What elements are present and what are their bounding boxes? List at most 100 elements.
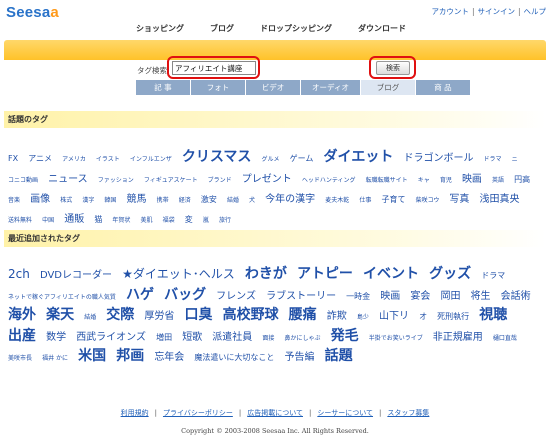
tab-video[interactable]: ビデオ (246, 80, 301, 95)
nav-blog[interactable]: ブログ (210, 24, 234, 33)
footer-link-advertising[interactable]: 広告掲載について (247, 409, 303, 417)
footer-link-jobs[interactable]: スタッフ募集 (387, 409, 429, 417)
footer-link-about[interactable]: シーサーについて (317, 409, 373, 417)
tag-link[interactable]: 詐欺 (327, 311, 347, 324)
tag-link[interactable]: 浅田真央 (480, 194, 520, 207)
tag-link[interactable]: 中国 (42, 217, 54, 225)
tag-link[interactable]: オ (419, 312, 427, 322)
tab-audio[interactable]: オーディオ (301, 80, 361, 95)
tag-link[interactable]: 話題 (325, 348, 353, 366)
tag-link[interactable]: 年賀状 (112, 217, 130, 225)
tag-link[interactable]: 経済 (179, 197, 191, 205)
seesaa-logo[interactable]: Seesaa (6, 4, 59, 21)
tag-link[interactable]: 漢字 (82, 197, 94, 205)
tag-link[interactable]: 面接 (262, 335, 274, 343)
tag-link[interactable]: アメリカ (62, 156, 86, 164)
tag-link[interactable]: アトピー (297, 266, 353, 284)
tag-link[interactable]: 数学 (46, 332, 66, 345)
tag-link[interactable]: インフルエンザ (130, 156, 172, 164)
tag-link[interactable]: 激安 (201, 195, 217, 205)
tag-link[interactable]: 柴咲コウ (416, 197, 440, 205)
tag-link[interactable]: 通販 (64, 214, 84, 227)
tag-link[interactable]: 映画 (462, 174, 482, 187)
nav-shopping[interactable]: ショッピング (136, 24, 184, 33)
tab-products[interactable]: 商 品 (416, 80, 471, 95)
tag-link[interactable]: ドラマ (481, 271, 505, 281)
tag-link[interactable]: ★ダイエット･ヘルス (122, 267, 235, 282)
tag-link[interactable]: ドラゴンボール (403, 153, 473, 166)
tag-link[interactable]: 今年の漢字 (265, 194, 315, 207)
tag-link[interactable]: 競馬 (127, 194, 147, 207)
tag-link[interactable]: 視聴 (479, 307, 507, 325)
tag-link[interactable]: DVDレコーダー (40, 270, 112, 283)
tag-link[interactable]: 会話術 (501, 291, 531, 304)
tag-link[interactable]: 出産 (8, 328, 36, 346)
tag-link[interactable]: 変 (185, 215, 193, 225)
tag-link[interactable]: 写真 (449, 194, 469, 207)
tag-link[interactable]: 西武ライオンズ (76, 332, 146, 345)
tag-link[interactable]: ゲーム (290, 154, 314, 164)
tag-link[interactable]: 猫 (94, 215, 102, 225)
tag-link[interactable]: ニュース (48, 174, 88, 187)
tag-link[interactable]: 忘年会 (154, 352, 184, 365)
tag-link[interactable]: 英語 (492, 177, 504, 185)
tag-link[interactable]: 予告編 (285, 352, 315, 365)
help-link[interactable]: ヘルプ (524, 7, 547, 16)
tag-link[interactable]: 一時金 (346, 292, 370, 302)
tag-link[interactable]: 米国 (78, 348, 106, 366)
tag-link[interactable]: フィギュアスケート (144, 177, 198, 185)
tag-link[interactable]: イベント (363, 266, 419, 284)
tag-link[interactable]: 転職転職サイト (366, 177, 408, 185)
tag-link[interactable]: わきが (245, 266, 287, 284)
tag-link[interactable]: 映画 (380, 291, 400, 304)
tag-link[interactable]: 樋口直哉 (493, 335, 517, 343)
nav-dropshipping[interactable]: ドロップシッピング (260, 24, 332, 33)
signin-link[interactable]: サインイン (477, 7, 515, 16)
footer-link-privacy[interactable]: プライバシーポリシー (163, 409, 233, 417)
tag-link[interactable]: キャ (418, 177, 430, 185)
nav-download[interactable]: ダウンロード (358, 24, 406, 33)
tag-link[interactable]: 犬 (249, 197, 255, 205)
tag-link[interactable]: ファッション (98, 177, 134, 185)
tag-link[interactable]: 山下リ (379, 311, 409, 324)
tab-photo[interactable]: フォト (191, 80, 246, 95)
tag-link[interactable]: 円高 (514, 175, 530, 185)
tab-blog[interactable]: ブログ (361, 80, 416, 95)
tag-link[interactable]: 美咲市長 (8, 355, 32, 363)
tag-link[interactable]: ラブストーリー (266, 291, 336, 304)
tag-link[interactable]: ブランド (208, 177, 232, 185)
tag-link[interactable]: 韓国 (104, 197, 116, 205)
tag-link[interactable]: 画像 (30, 194, 50, 207)
tag-link[interactable]: バッグ (164, 287, 206, 305)
tag-link[interactable]: 邦画 (116, 348, 144, 366)
tag-link[interactable]: 派遣社員 (212, 332, 252, 345)
tag-link[interactable]: 発毛 (331, 328, 359, 346)
account-link[interactable]: アカウント (431, 7, 469, 16)
tag-link[interactable]: フレンズ (216, 291, 256, 304)
tag-link[interactable]: 宴会 (410, 291, 430, 304)
tag-link[interactable]: 携帯 (157, 197, 169, 205)
tag-link[interactable]: 半掛でお笑いライブ (369, 335, 423, 343)
tag-link[interactable]: 旅行 (219, 217, 231, 225)
tag-link[interactable]: 岡田 (440, 291, 460, 304)
tag-link[interactable]: 株式 (60, 197, 72, 205)
tag-link[interactable]: コニコ動画 (8, 177, 38, 185)
tag-link[interactable]: 腰痛 (289, 307, 317, 325)
tag-link[interactable]: アニメ (28, 154, 52, 164)
tag-link[interactable]: ダイエット (323, 149, 393, 167)
tag-link[interactable]: 楽天 (46, 307, 74, 325)
tag-link[interactable]: 2ch (8, 267, 30, 282)
tag-link[interactable]: 将生 (471, 291, 491, 304)
tag-link[interactable]: 育児 (440, 177, 452, 185)
tag-link[interactable]: 増田 (156, 333, 172, 343)
tag-link[interactable]: 結婚 (227, 197, 239, 205)
tag-link[interactable]: グルメ (262, 156, 280, 164)
tag-link[interactable]: 島少 (357, 314, 369, 322)
tag-link[interactable]: 福袋 (163, 217, 175, 225)
tag-link[interactable]: 福井 かに (42, 355, 68, 363)
tag-link[interactable]: プレゼント (242, 174, 292, 187)
tag-link[interactable]: イラスト (96, 156, 120, 164)
tag-link[interactable]: 死刑執行 (437, 312, 469, 322)
tag-link[interactable]: ニ (512, 156, 518, 164)
tag-link[interactable]: ヘッドハンティング (302, 177, 356, 185)
